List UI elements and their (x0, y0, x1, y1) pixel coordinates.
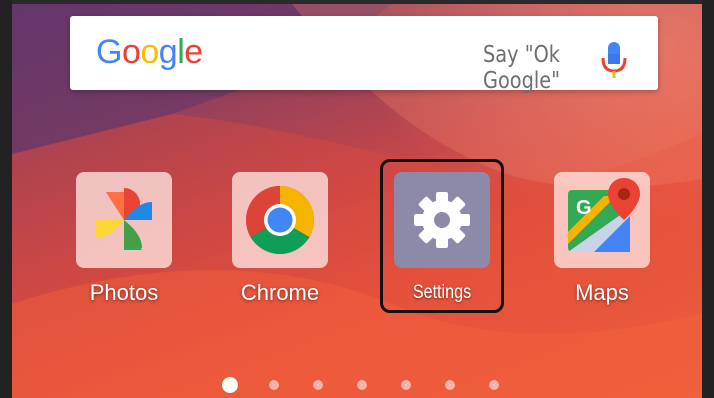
maps-icon-tile: G (554, 172, 650, 268)
app-label: Maps (575, 280, 629, 305)
logo-letter: g (158, 33, 178, 71)
device-frame-right (702, 0, 714, 398)
logo-letter: l (177, 33, 185, 71)
page-dot-active[interactable] (222, 377, 238, 393)
page-dot[interactable] (269, 380, 279, 390)
app-maps[interactable]: G Maps (552, 172, 652, 306)
search-hint-text: Say "Ok Google" (482, 42, 560, 94)
page-dot[interactable] (357, 380, 367, 390)
app-photos[interactable]: Photos (74, 172, 174, 306)
logo-letter: o (140, 33, 159, 71)
google-maps-icon: G (568, 178, 640, 252)
google-logo: Google (96, 33, 203, 72)
logo-letter: o (121, 33, 141, 71)
page-indicator (222, 374, 522, 394)
chrome-icon-tile (232, 172, 328, 268)
google-search-bar[interactable]: Google Say "Ok Google" (70, 16, 658, 94)
logo-letter: e (184, 33, 203, 71)
photos-icon-tile (76, 172, 172, 268)
page-dot[interactable] (401, 380, 411, 390)
app-label: Chrome (240, 280, 320, 305)
home-screen: Google Say "Ok Google" Photos Chrome Set… (12, 4, 702, 398)
chrome-icon (246, 186, 314, 254)
page-dot[interactable] (445, 380, 455, 390)
page-dot[interactable] (313, 380, 323, 390)
app-chrome[interactable]: Chrome (230, 172, 330, 306)
page-dot[interactable] (489, 380, 499, 390)
microphone-icon[interactable] (600, 40, 628, 80)
app-label: Photos (89, 280, 159, 305)
svg-text:G: G (576, 197, 592, 219)
google-photos-icon (96, 188, 152, 250)
device-frame-left (0, 0, 12, 398)
logo-letter: G (96, 33, 122, 71)
settings-highlight-box (380, 159, 504, 313)
